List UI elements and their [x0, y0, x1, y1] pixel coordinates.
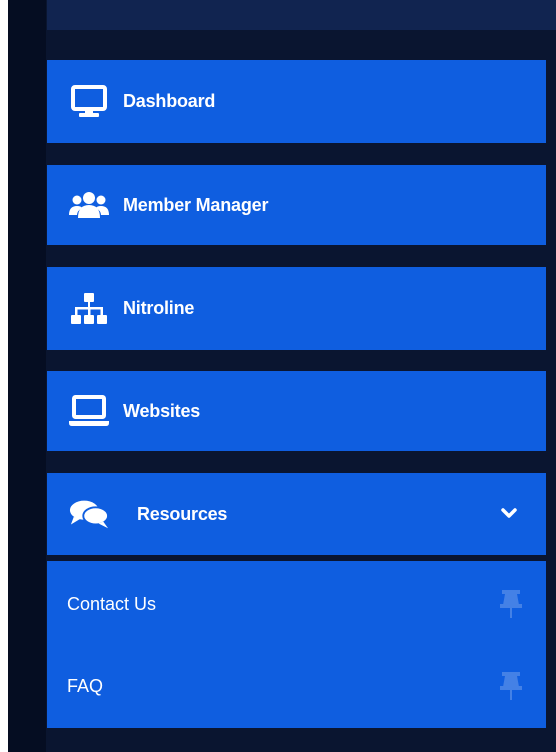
resources-submenu: Contact Us FAQ [47, 561, 546, 728]
nav-item-nitroline[interactable]: Nitroline [47, 267, 546, 350]
app-frame: Dashboard Member Manager Nitroline Websi… [0, 0, 556, 752]
submenu-item-contact-us[interactable]: Contact Us [47, 582, 546, 626]
sidebar-header-bar [47, 0, 556, 30]
pin-icon[interactable] [498, 671, 524, 701]
pin-icon[interactable] [498, 589, 524, 619]
nav-item-websites[interactable]: Websites [47, 371, 546, 451]
chevron-down-icon[interactable] [500, 507, 518, 521]
nav-item-resources[interactable]: Resources [47, 473, 546, 555]
submenu-item-label: Contact Us [67, 593, 157, 614]
submenu-item-label: FAQ [67, 675, 104, 696]
comments-icon [69, 497, 109, 531]
sidebar-rail [8, 0, 46, 752]
nav-item-member-manager[interactable]: Member Manager [47, 165, 546, 245]
nav-item-dashboard[interactable]: Dashboard [47, 60, 546, 143]
monitor-icon [69, 84, 109, 119]
laptop-icon [69, 394, 109, 428]
nav-item-label: Dashboard [123, 91, 216, 111]
submenu-item-faq[interactable]: FAQ [47, 664, 546, 708]
sitemap-icon [69, 292, 109, 326]
users-icon [69, 188, 109, 222]
nav-item-label: Websites [123, 400, 201, 421]
nav-item-label: Member Manager [123, 194, 269, 215]
nav-item-label: Resources [137, 503, 228, 524]
nav-item-label: Nitroline [123, 298, 195, 318]
